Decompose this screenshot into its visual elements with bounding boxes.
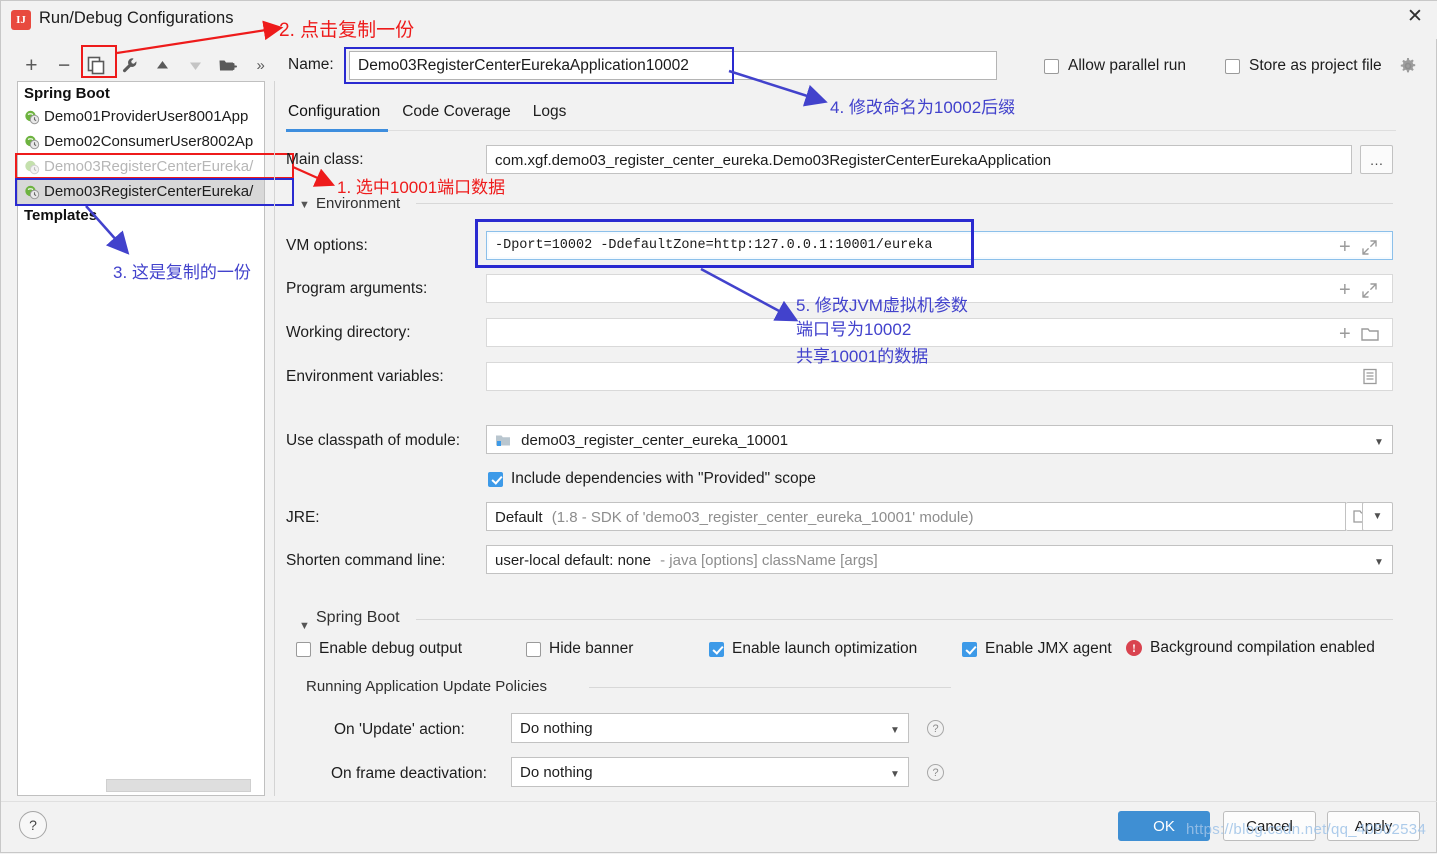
annotation-2: 2. 点击复制一份 <box>279 20 415 41</box>
run-debug-configurations-dialog: IJ Run/Debug Configurations ✕ + − » Spri… <box>0 0 1437 853</box>
annotation-5-line2: 端口号为10002 <box>796 320 912 339</box>
annotation-1: 1. 选中10001端口数据 <box>337 178 506 197</box>
annotation-arrows <box>85 20 828 322</box>
annotation-4: 4. 修改命名为10002后缀 <box>830 98 1016 117</box>
annotation-5-line1: 5. 修改JVM虚拟机参数 <box>796 296 968 315</box>
annotation-5-line3: 共享10001的数据 <box>796 347 929 366</box>
annotation-3: 3. 这是复制的一份 <box>113 263 251 282</box>
